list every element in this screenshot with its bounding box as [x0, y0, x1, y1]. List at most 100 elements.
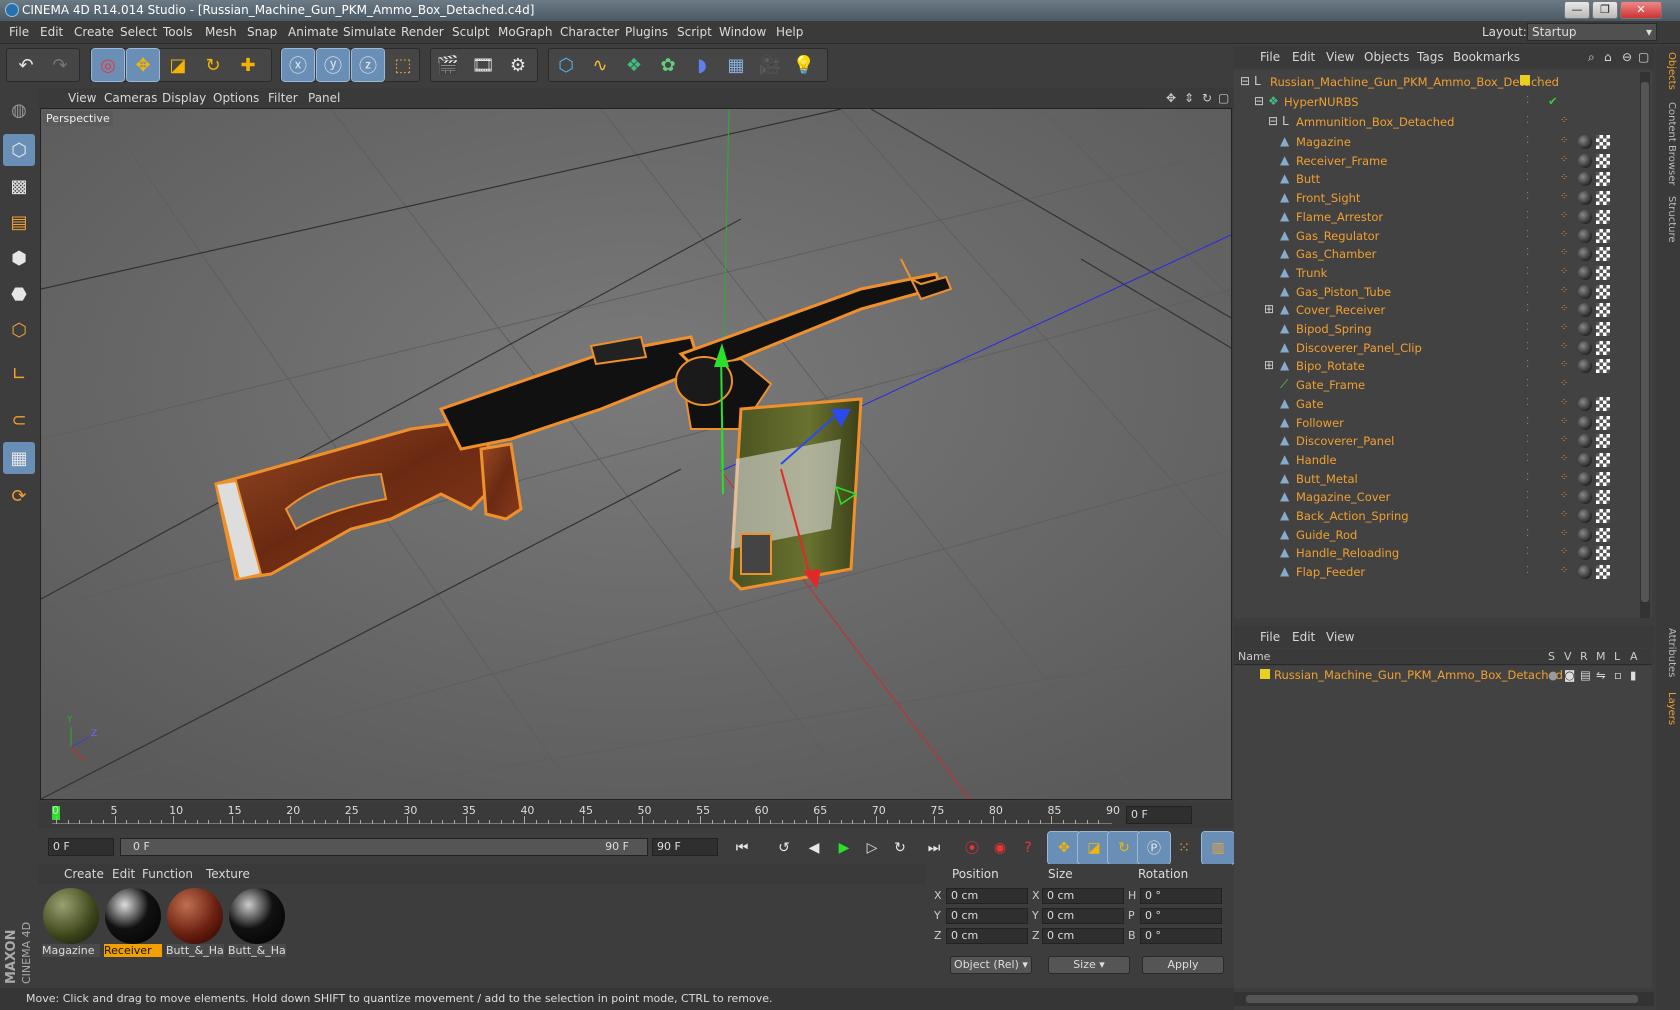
visibility-dots[interactable]: ⁚	[1526, 546, 1550, 560]
menu-tools[interactable]: Tools	[163, 25, 193, 39]
key-parameter-icon[interactable]: Ⓟ	[1137, 831, 1171, 865]
visibility-dots[interactable]: ⁚	[1526, 172, 1550, 186]
solo-toggle-icon[interactable]: ●	[1548, 668, 1558, 682]
material-tag-icon[interactable]	[1578, 471, 1592, 486]
material-tag-icon[interactable]	[1578, 509, 1592, 523]
material-menu-edit[interactable]: Edit	[112, 867, 135, 881]
phong-tag-icon[interactable]: ⁘	[1560, 397, 1568, 408]
viewport-menu-view[interactable]: View	[68, 91, 96, 105]
phong-tag-icon[interactable]: ⁘	[1560, 434, 1568, 445]
uvw-tag-icon[interactable]	[1596, 228, 1610, 243]
visibility-dots[interactable]: ⁚	[1526, 509, 1550, 523]
coordinate-system-icon[interactable]: ⬚	[387, 49, 419, 81]
phong-tag-icon[interactable]: ⁘	[1560, 210, 1568, 221]
menu-mograph[interactable]: MoGraph	[498, 25, 553, 39]
edges-mode-icon[interactable]: ⬣	[3, 278, 35, 310]
spline-icon[interactable]: ∿	[584, 49, 616, 81]
material-tag-icon[interactable]	[1578, 527, 1592, 542]
visibility-dots[interactable]: ⁚	[1526, 322, 1550, 336]
object-row[interactable]: ▲ Butt ⁚ ⁘	[1234, 169, 1652, 189]
render-settings-icon[interactable]: ⚙	[502, 49, 534, 81]
collapse-icon[interactable]: ⊟	[1268, 114, 1282, 128]
end-frame-field[interactable]: 90 F	[652, 838, 718, 856]
obj-menu-edit[interactable]: Edit	[1292, 50, 1315, 64]
menu-animate[interactable]: Animate	[288, 25, 338, 39]
obj-menu-objects[interactable]: Objects	[1364, 50, 1409, 64]
visibility-dots[interactable]: ⁚	[1526, 266, 1550, 280]
viewport-menu-options[interactable]: Options	[213, 91, 259, 105]
object-row[interactable]: ▲ Front_Sight ⁚ ⁘	[1234, 188, 1652, 208]
scale-icon[interactable]: ◪	[162, 49, 194, 81]
redo-icon[interactable]: ↷	[44, 49, 76, 81]
material-tag-icon[interactable]	[1578, 191, 1592, 206]
menu-simulate[interactable]: Simulate	[343, 25, 396, 39]
uvw-tag-icon[interactable]	[1596, 527, 1610, 542]
uvw-tag-icon[interactable]	[1596, 284, 1610, 299]
phong-tag-icon[interactable]: ⁘	[1560, 285, 1568, 296]
phong-tag-icon[interactable]: ⁘	[1560, 565, 1568, 576]
material-tag-icon[interactable]	[1578, 546, 1592, 561]
animation-toggle-icon[interactable]: ▮	[1630, 668, 1636, 682]
uvw-tag-icon[interactable]	[1596, 415, 1610, 430]
z-axis-lock-icon[interactable]: ⓩ	[351, 48, 385, 82]
material-tag-icon[interactable]	[1578, 415, 1592, 430]
material-tag-icon[interactable]	[1578, 434, 1592, 449]
filter-icon[interactable]: ⊖	[1622, 50, 1632, 64]
menu-script[interactable]: Script	[677, 25, 712, 39]
menu-select[interactable]: Select	[120, 25, 157, 39]
viewport-zoom-icon[interactable]: ⇕	[1184, 91, 1194, 105]
key-scale-icon[interactable]: ◪	[1077, 831, 1111, 865]
light-icon[interactable]: 💡	[788, 49, 820, 81]
material-tag-icon[interactable]	[1578, 396, 1592, 411]
object-row[interactable]: ▲ Bipod_Spring ⁚ ⁘	[1234, 319, 1652, 339]
visibility-dots[interactable]: ⁚	[1526, 229, 1550, 243]
object-row[interactable]: ▲ Back_Action_Spring ⁚ ⁘	[1234, 506, 1652, 526]
points-mode-icon[interactable]: ⬢	[3, 242, 35, 274]
3d-viewport[interactable]: Perspective Y Z	[40, 108, 1232, 800]
timeline-ruler[interactable]: 0 5 10 15 20 25 30 35 40 45 50 55 60 65 70 75 80 85 90 0 F	[38, 802, 1234, 828]
visibility-dots[interactable]: ⁚	[1526, 397, 1550, 411]
phong-tag-icon[interactable]: ⁘	[1560, 416, 1568, 427]
object-row[interactable]: ⟋ Gate_Frame ⁚ ⁘	[1234, 375, 1652, 395]
object-row[interactable]: ▲ Handle_Reloading ⁚ ⁘	[1234, 543, 1652, 563]
snap-magnet-icon[interactable]: ⊂	[3, 404, 35, 436]
visibility-dots[interactable]: ⁚	[1526, 453, 1550, 467]
layer-menu-file[interactable]: File	[1260, 630, 1280, 644]
previous-frame-icon[interactable]: ◀	[798, 832, 830, 864]
layer-color-swatch[interactable]	[1520, 75, 1530, 85]
cube-icon[interactable]: ⬡	[550, 49, 582, 81]
layer-menu-edit[interactable]: Edit	[1292, 630, 1315, 644]
scrollbar-thumb[interactable]	[1246, 995, 1638, 1003]
material-swatch[interactable]: Butt_&_Ha	[228, 888, 286, 958]
phong-tag-icon[interactable]: ⁘	[1560, 359, 1568, 370]
undo-icon[interactable]: ↶	[10, 49, 42, 81]
material-tag-icon[interactable]	[1578, 247, 1592, 262]
object-row-root[interactable]: ⊟ L Russian_Machine_Gun_PKM_Ammo_Box_Det…	[1234, 72, 1652, 92]
layout-dropdown[interactable]: Startup ▾	[1527, 23, 1657, 41]
object-row[interactable]: ⊞ ▲ Cover_Receiver ⁚ ⁘	[1234, 300, 1652, 320]
col-render[interactable]: R	[1580, 650, 1588, 663]
visibility-dots[interactable]: ⁚	[1526, 416, 1550, 430]
visibility-dots[interactable]: ⁚	[1526, 490, 1550, 504]
phong-tag-icon[interactable]: ⁘	[1560, 528, 1568, 539]
material-tag-icon[interactable]	[1578, 322, 1592, 336]
size-z-field[interactable]: 0 cm	[1042, 928, 1124, 944]
live-selection-icon[interactable]: ◎	[91, 48, 125, 82]
phong-tag-icon[interactable]: ⁘	[1560, 546, 1568, 557]
object-row[interactable]: ▲ Handle ⁚ ⁘	[1234, 450, 1652, 470]
visibility-dots[interactable]: ⁚	[1526, 528, 1550, 542]
render-toggle-icon[interactable]: ▤	[1580, 668, 1591, 682]
obj-menu-bookmarks[interactable]: Bookmarks	[1453, 50, 1520, 64]
texture-mode-icon[interactable]: ▩	[3, 170, 35, 202]
array-icon[interactable]: ✿	[652, 49, 684, 81]
phong-tag-icon[interactable]: ⁘	[1560, 266, 1568, 277]
frame-range-slider[interactable]: 0 F 90 F	[120, 838, 648, 856]
phong-tag-icon[interactable]: ⁘	[1560, 115, 1568, 126]
home-icon[interactable]: ⌂	[1604, 50, 1612, 64]
tab-layers[interactable]: Layers	[1659, 692, 1677, 725]
object-row[interactable]: ▲ Gas_Chamber ⁚ ⁘	[1234, 244, 1652, 264]
expand-icon[interactable]: ⊞	[1264, 302, 1278, 316]
go-to-start-icon[interactable]: ⏮	[726, 832, 758, 864]
close-button[interactable]: ✕	[1620, 1, 1662, 19]
make-editable-icon[interactable]: ◍	[3, 94, 35, 126]
